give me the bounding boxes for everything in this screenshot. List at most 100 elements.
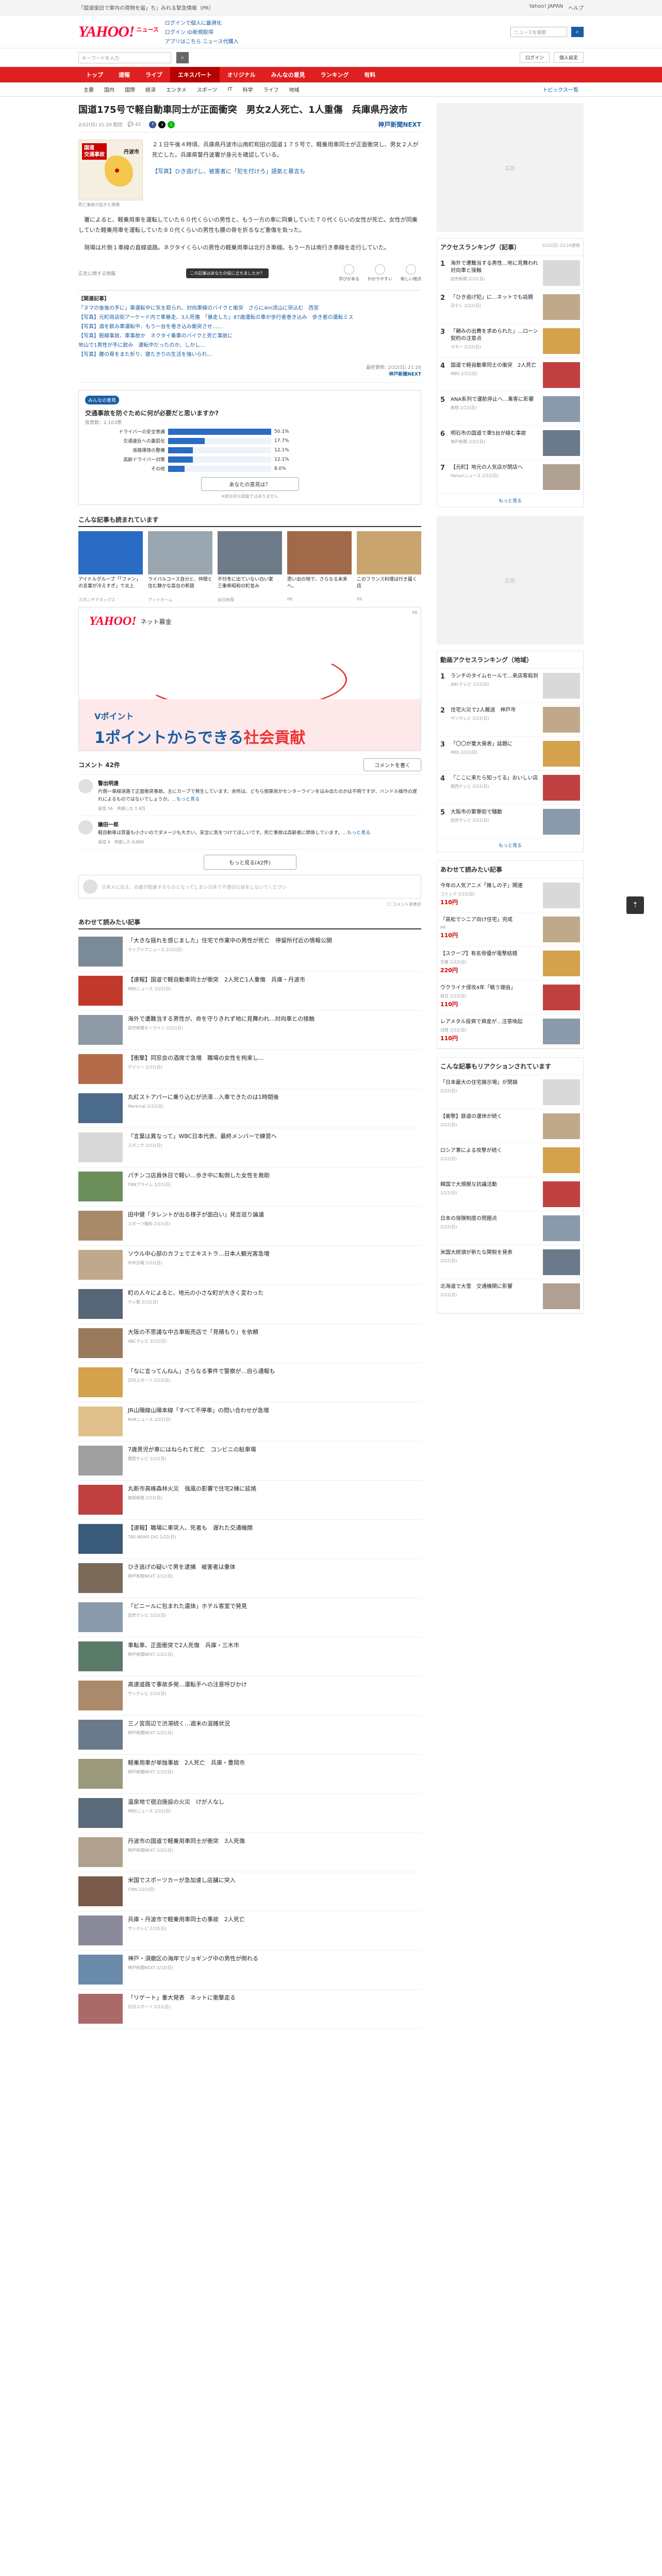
list-item[interactable]: 米国でスポーツカーが急加速し店舗に突入 CNN 2/22(日) <box>78 1872 421 1911</box>
list-item[interactable]: 「言葉は異なって」WBC日本代表、最終メンバーで練習へ スポニチ 2/22(日) <box>78 1128 421 1167</box>
subnav-international[interactable]: 国際 <box>120 86 140 93</box>
header-link-app[interactable]: アプリはこちら <box>165 39 201 45</box>
list-item[interactable]: 「大きな揺れを感じました」住宅で作業中の男性が死亡 停留所付近の情報公開 ライブド… <box>78 933 421 972</box>
ranking-item[interactable]: 日本の保険制度の問題点 2/22(日) <box>437 1211 583 1245</box>
list-item[interactable]: 丸紅ストアパーに乗り込むが渋滞…入車できたのは1時間後 Merkmal 2/22(… <box>78 1089 421 1128</box>
ranking-more-link[interactable]: もっと見る <box>437 494 583 507</box>
related-link[interactable]: 【写真】脱線事故、車事故か ネクタイ乗車のバイクと死亡事故に <box>78 332 421 341</box>
reaction-learn[interactable]: 学びがある <box>339 264 359 282</box>
line-icon[interactable]: L <box>168 121 175 128</box>
subnav-sports[interactable]: スポーツ <box>192 86 223 93</box>
header-search-input[interactable]: ニュースを検索 <box>510 26 567 37</box>
subnav-life[interactable]: ライフ <box>258 86 284 93</box>
ranking-item[interactable]: 2 住宅火災で2人搬送 神戸市 サンテレビ 2/22(日) <box>437 703 583 737</box>
list-item[interactable]: ソウル中心部のカフェでエキストラ…日本人観光客急増 中央日報 2/22(日) <box>78 1246 421 1285</box>
source-logo[interactable]: 神戸新聞NEXT <box>378 120 421 129</box>
ranking-item[interactable]: 3 「〇〇が重大発表」話題に MBS 2/22(日) <box>437 737 583 771</box>
ranking-item[interactable]: 韓国で大規模な抗議活動 2/22(日) <box>437 1177 583 1211</box>
login-button[interactable]: ログイン <box>519 52 550 63</box>
x-icon[interactable]: x <box>158 121 166 128</box>
ranking-item[interactable]: レアメタル投資で資産が…注意喚起 日経 2/22(日) 110円 <box>437 1014 583 1048</box>
top-notice[interactable]: 「国道復旧で車内の荷物を届」ち」みれる緊急情報（PR） <box>78 4 214 11</box>
related-link[interactable]: 【写真】酒を飲み車運転中、もう一台を巻き込み衝突させ…… <box>78 323 421 332</box>
top-link-yahoo[interactable]: Yahoo! JAPAN <box>529 4 563 11</box>
hide-comments-checkbox[interactable]: ☐ コメント非表示 <box>78 902 421 907</box>
comment-actions[interactable]: 返信 16 共感した 1.4万 <box>98 806 421 811</box>
reaction-clear[interactable]: わかりやすい <box>368 264 392 282</box>
list-item[interactable]: 大阪の不思議な中古車販売店で「見積もり」を依頼 ABCテレビ 2/22(日) <box>78 1324 421 1363</box>
list-item[interactable]: 海外で遭難当する男性が、命を守りきれず地に見舞われ…対向車との接触 読売新聞オンラ… <box>78 1011 421 1050</box>
avatar[interactable] <box>78 820 93 835</box>
list-item[interactable]: 兵庫・丹波市で軽乗用車同士の事故 2人死亡 サンテレビ 2/22(日) <box>78 1911 421 1951</box>
list-item[interactable]: 【衝撃】同窓会の酒席で急増 職場の女性を拘束し… デイリー 2/22(日) <box>78 1050 421 1089</box>
list-item[interactable]: 神戸・須磨区の海岸でジョギング中の男性が倒れる 神戸新聞NEXT 2/22(日) <box>78 1951 421 1990</box>
subnav-economy[interactable]: 経済 <box>140 86 161 93</box>
subnav-local[interactable]: 地域 <box>284 86 305 93</box>
ranking-item[interactable]: 「日本最大の住宅展示場」が閉鎖 2/22(日) <box>437 1075 583 1109</box>
subnav-topics-list[interactable]: トピックス一覧 <box>537 86 584 93</box>
list-item[interactable]: 車転車、正面衝突で2人死傷 兵庫・三木市 神戸新聞NEXT 2/22(日) <box>78 1637 421 1676</box>
poll-vote-button[interactable]: あなたの意見は？ <box>201 477 299 491</box>
ranking-item[interactable]: 【衝撃】鉄道の運休が続く 2/22(日) <box>437 1109 583 1143</box>
subnav-science[interactable]: 科学 <box>238 86 258 93</box>
related-link[interactable]: 【写真】腰の骨をまた折り、寝たきりの生活を強いられ… <box>78 350 421 360</box>
related-link[interactable]: 地山で1男性が手に飲み 運転中だったのか、しかし… <box>78 341 421 350</box>
footer-source[interactable]: 神戸新聞NEXT <box>78 370 421 377</box>
nav-live[interactable]: ライブ <box>138 67 170 82</box>
list-item[interactable]: パチンコ店員休日で軽い…歩き中に転倒した女性を救助 FNNプライム 2/22(日) <box>78 1167 421 1207</box>
top-link-help[interactable]: ヘルプ <box>568 4 584 11</box>
ranking-item[interactable]: 1 海外で遭難当する男性…地に見舞われ対向車と接触 読売新聞 2/22(日) <box>437 256 583 290</box>
poll-option[interactable]: 高齢ドライバー対策 12.1% <box>85 456 415 463</box>
donation-banner[interactable]: PR YAHOO! ネット募金 Vポイント 1ポイントからできる社会貢献 <box>78 607 421 751</box>
list-item[interactable]: ひき逃げの疑いで男を逮捕 被害者は重体 神戸新聞NEXT 2/22(日) <box>78 1559 421 1598</box>
ranking-item[interactable]: 「高松でシニア向け住宅」完成 PR 110円 <box>437 912 583 946</box>
side-ad[interactable]: 広告 <box>437 516 584 645</box>
list-item[interactable]: 「ビニールに包まれた遺体」ホテル客室で発見 読売テレビ 2/22(日) <box>78 1598 421 1637</box>
side-ad[interactable]: 広告 <box>437 103 584 232</box>
write-comment-button[interactable]: コメントを書く <box>363 758 421 771</box>
reaction-newview[interactable]: 新しい視点 <box>401 264 421 282</box>
rec-card[interactable]: アイドルグループ「「ファン」の言葉が冷えすぎ」で炎上 スポニチアネックス <box>78 531 143 603</box>
keyword-search-icon[interactable]: ⌕ <box>176 52 189 63</box>
list-item[interactable]: 丸新市高峰森林火災 強風の影響で住宅2棟に延焼 産経新聞 2/22(日) <box>78 1481 421 1520</box>
list-item[interactable]: 「なに言ってんねん」さらなる事件で警察が…自ら通報も 日刊スポーツ 2/22(日) <box>78 1363 421 1402</box>
list-item[interactable]: 【速報】国道で軽自動車同士が衝突 2人死亡1人重傷 兵庫・丹波市 MBSニュース … <box>78 972 421 1011</box>
ranking-item[interactable]: 4 国道で軽自動車同士の衝突 2人死亡 MBS 2/22(日) <box>437 358 583 392</box>
ranking-item[interactable]: 3 「頼みの出費を求められた」…ローン契約の注意点 マネー 2/22(日) <box>437 324 583 358</box>
rec-card[interactable]: このフランス料理は行き届く店 PR <box>357 531 421 603</box>
list-item[interactable]: 町の人々によると、地元の小さな町が大きく変わった テレ朝 2/22(日) <box>78 1285 421 1324</box>
nav-top[interactable]: トップ <box>78 67 111 82</box>
scroll-top-icon[interactable]: ⇡ <box>626 896 644 914</box>
nav-expert[interactable]: エキスパート <box>170 67 220 82</box>
ranking-item[interactable]: 6 明石市の国道で車5台が絡む事故 神戸新聞 2/22(日) <box>437 426 583 460</box>
search-icon[interactable]: ⌕ <box>571 26 584 37</box>
comment-post-box[interactable]: 日本人に伝え、自粛が配慮するものとなってしまい日本で不適切な話をしないでください <box>78 875 421 899</box>
keyword-search-input[interactable]: キーワードを入力 <box>78 52 171 63</box>
nav-opinion[interactable]: みんなの意見 <box>263 67 313 82</box>
header-link-purchase[interactable]: ニュース代購入 <box>203 39 239 45</box>
ranking-item[interactable]: 4 「ここに来たら知ってる」おいしい店 関西テレビ 2/22(日) <box>437 771 583 805</box>
list-item[interactable]: 7歳男児が車にはねられて死亡 コンビニの駐車場 関西テレビ 2/22(日) <box>78 1442 421 1481</box>
list-item[interactable]: 三ノ宮周辺で渋滞続く…週末の混雑状況 神戸新聞NEXT 2/22(日) <box>78 1716 421 1755</box>
poll-option[interactable]: 交通違反への厳罰化 17.7% <box>85 437 415 444</box>
article-thumbnail[interactable]: 国道 交通事故 丹波市 <box>78 140 143 200</box>
comment-more-link[interactable]: …もっと見る <box>342 831 370 836</box>
comment-placeholder[interactable]: 日本人に伝え、自粛が配慮するものとなってしまい日本で不適切な話をしないでください <box>102 884 417 890</box>
ranking-item[interactable]: 5 大阪市の繁華街で騒動 読売テレビ 2/22(日) <box>437 805 583 839</box>
list-item[interactable]: 高速道路で事故多発…運転手への注意呼びかけ サンテレビ 2/22(日) <box>78 1676 421 1716</box>
avatar[interactable] <box>78 779 93 793</box>
nav-breaking[interactable]: 速報 <box>111 67 138 82</box>
subnav-main[interactable]: 主要 <box>78 86 99 93</box>
ranking-item[interactable]: ロシア軍による攻撃が続く 2/22(日) <box>437 1143 583 1177</box>
poll-option[interactable]: 道路環境の整備 12.1% <box>85 447 415 453</box>
rec-card[interactable]: ライバルコース自分と、仲間と住む静かな高台の新居 アットホーム <box>148 531 212 603</box>
lead-photo-link[interactable]: 【写真】ひき逃げし、被害者に「犯を付けろ」語氣と暴言も <box>152 166 421 177</box>
ranking-item[interactable]: 北海道で大雪 交通機関に影響 2/22(日) <box>437 1279 583 1313</box>
header-link-personalize[interactable]: ログインで個人に最適化 <box>165 19 239 26</box>
list-item[interactable]: JR山陽線山陽本線「すべて不停車」の問い合わせが急増 NHKニュース 2/22(日… <box>78 1402 421 1442</box>
poll-option[interactable]: その他 8.0% <box>85 465 415 472</box>
ranking-item[interactable]: 今年の人気アニメ「推しの子」関連 コミック 2/22(日) 110円 <box>437 878 583 912</box>
subnav-it[interactable]: IT <box>223 87 238 92</box>
list-item[interactable]: 田中健「タレントが出る様子が面白い」発言巡り論議 スポーツ報知 2/22(日) <box>78 1207 421 1246</box>
header-link-signup[interactable]: ID新規取得 <box>187 30 213 36</box>
